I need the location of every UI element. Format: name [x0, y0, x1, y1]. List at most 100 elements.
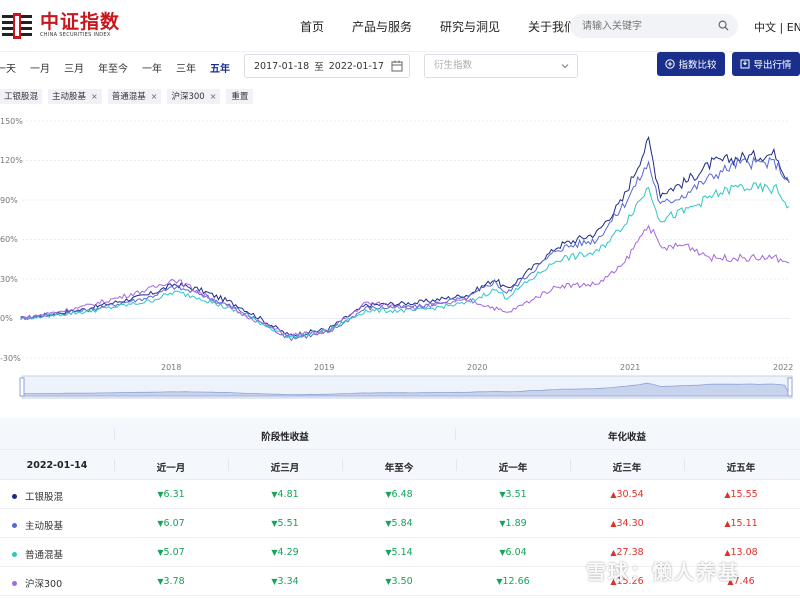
calendar-icon [391, 60, 403, 72]
table-row: 工银股混 ▼6.31 ▼4.81 ▼6.48 ▼3.51 ▲30.54 ▲15.55 [0, 480, 800, 509]
cell-value: 4.29 [277, 547, 299, 558]
search-input[interactable] [570, 14, 708, 38]
search-icon[interactable] [718, 20, 729, 31]
nav-about[interactable]: 关于我们 [528, 18, 576, 35]
export-button[interactable]: 导出行情 [732, 52, 800, 76]
series-color-dot [12, 551, 17, 557]
nav-home[interactable]: 首页 [300, 18, 324, 35]
navigator-handle-left[interactable] [19, 377, 25, 397]
tag-label: 主动股基 [52, 92, 87, 102]
table-cell: ▼5.51 [228, 518, 342, 529]
line-chart [19, 120, 793, 399]
export-icon [740, 59, 750, 69]
index-compare-button[interactable]: 指数比较 [657, 52, 725, 76]
table-column-header: 2022-01-14 近一月 近三月 年至今 近一年 近三年 近五年 [0, 450, 800, 480]
cell-value: 15.11 [730, 518, 758, 529]
close-icon[interactable]: × [151, 92, 158, 101]
table-cell: ▼5.07 [114, 547, 228, 558]
range-1y[interactable]: 一年 [142, 60, 162, 75]
tag-item[interactable]: 工银股混 [0, 88, 43, 104]
date-separator: 至 [314, 62, 324, 73]
table-cell: ▼3.50 [342, 576, 456, 587]
row-name: 工银股混 [12, 489, 63, 503]
table-cell: ▼5.14 [342, 547, 456, 558]
row-label: 沪深300 [25, 579, 63, 590]
cell-value: 1.89 [505, 518, 527, 529]
table-cell: ▲30.54 [570, 489, 684, 500]
table-date: 2022-01-14 [26, 460, 88, 471]
cell-value: 3.78 [163, 576, 185, 587]
selected-index-tags: 工银股混 主动股基 × 普通混基 × 沪深300 × 重置 [0, 88, 254, 104]
col-3m[interactable]: 近三月 [228, 460, 342, 474]
cell-value: 3.50 [391, 576, 413, 587]
lang-en[interactable]: EN [787, 21, 800, 34]
date-range-picker[interactable]: 2017-01-18 至 2022-01-17 [244, 54, 410, 78]
cell-value: 6.48 [391, 489, 413, 500]
col-ytd[interactable]: 年至今 [342, 460, 456, 474]
tag-item[interactable]: 普通混基 × [107, 88, 162, 104]
col-1m[interactable]: 近一月 [114, 460, 228, 474]
row-label: 工银股混 [25, 492, 64, 503]
cell-value: 6.07 [163, 518, 185, 529]
date-to: 2022-01-17 [328, 60, 384, 72]
derivative-index-select[interactable]: 衍生指数 [424, 54, 578, 78]
cell-value: 6.04 [505, 547, 527, 558]
table-cell: ▼6.48 [342, 489, 456, 500]
series-color-dot [12, 493, 17, 499]
chevron-down-icon [561, 64, 569, 69]
table-row: 主动股基 ▼6.07 ▼5.51 ▼5.84 ▼1.89 ▲34.30 ▲15.11 [0, 509, 800, 538]
cell-value: 5.14 [391, 547, 413, 558]
lang-cn[interactable]: 中文 [754, 21, 776, 34]
cell-value: 15.55 [730, 489, 758, 500]
col-3y[interactable]: 近三年 [570, 460, 684, 474]
table-cell: ▼4.29 [228, 547, 342, 558]
performance-chart: 150% 120% 90% 60% 30% 0% -30% 2018 2019 … [0, 112, 800, 400]
row-name: 普通混基 [12, 547, 63, 561]
range-5y[interactable]: 五年 [210, 60, 230, 75]
x-tick-label: 2022 [773, 363, 794, 372]
range-3m[interactable]: 三月 [64, 60, 84, 75]
x-tick-label: 2021 [620, 363, 641, 372]
cell-value: 4.81 [277, 489, 299, 500]
lang-separator: | [779, 21, 784, 34]
series-line [20, 156, 790, 342]
series-color-dot [12, 580, 17, 586]
logo[interactable]: 中证指数 CHINA SECURITIES INDEX [2, 12, 120, 39]
cell-value: 3.51 [505, 489, 527, 500]
nav-products[interactable]: 产品与服务 [352, 18, 412, 35]
logo-mark-icon [2, 12, 36, 39]
cell-value: 6.31 [163, 489, 185, 500]
cell-value: 3.34 [277, 576, 299, 587]
index-compare-label: 指数比较 [678, 60, 717, 71]
reset-button[interactable]: 重置 [226, 88, 254, 104]
cell-value: 34.30 [616, 518, 644, 529]
x-tick-label: 2018 [161, 363, 182, 372]
table-cell: ▲15.55 [684, 489, 798, 500]
close-icon[interactable]: × [91, 92, 98, 101]
row-label: 主动股基 [25, 521, 64, 532]
range-1m[interactable]: 一月 [30, 60, 50, 75]
table-cell: ▲34.30 [570, 518, 684, 529]
x-tick-label: 2019 [314, 363, 335, 372]
table-cell: ▼3.78 [114, 576, 228, 587]
site-header: 中证指数 CHINA SECURITIES INDEX 首页 产品与服务 研究与… [0, 0, 800, 52]
nav-research[interactable]: 研究与洞见 [440, 18, 500, 35]
table-cell: ▼1.89 [456, 518, 570, 529]
close-icon[interactable]: × [210, 92, 217, 101]
logo-subtitle: CHINA SECURITIES INDEX [40, 32, 111, 38]
group-annual-header: 年化收益 [607, 432, 646, 443]
group-period-header: 阶段性收益 [261, 432, 309, 443]
navigator-handle-right[interactable] [787, 377, 793, 397]
table-cell: ▼3.34 [228, 576, 342, 587]
table-cell: ▼3.51 [456, 489, 570, 500]
range-3y[interactable]: 三年 [176, 60, 196, 75]
range-1d[interactable]: 一天 [0, 60, 16, 75]
table-cell: ▼6.07 [114, 518, 228, 529]
tag-item[interactable]: 沪深300 × [167, 88, 221, 104]
language-switch: 中文 | EN [754, 19, 800, 35]
col-1y[interactable]: 近一年 [456, 460, 570, 474]
logo-title: 中证指数 [40, 11, 121, 33]
col-5y[interactable]: 近五年 [684, 460, 798, 474]
tag-item[interactable]: 主动股基 × [48, 88, 102, 104]
range-ytd[interactable]: 年至今 [98, 60, 128, 75]
